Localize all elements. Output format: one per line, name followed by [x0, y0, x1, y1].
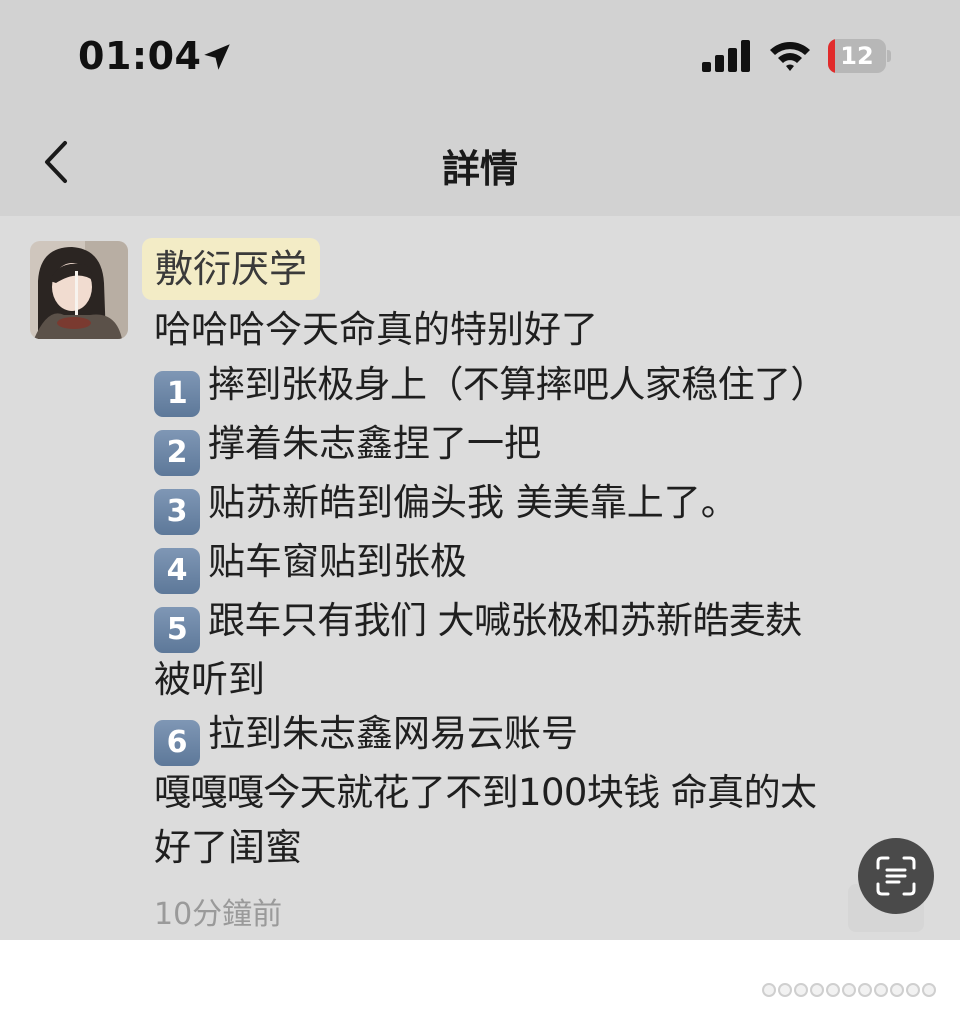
status-time: 01:04 — [78, 34, 202, 78]
post-outro-continuation: 好了闺蜜 — [154, 825, 302, 869]
post-timestamp: 10分鐘前 — [154, 897, 283, 932]
watermark-mark — [842, 983, 856, 997]
list-item-continuation: 被听到 — [154, 657, 265, 701]
text-scan-icon — [876, 856, 916, 896]
status-bar: 01:04 12 — [0, 0, 960, 110]
watermark-mark — [794, 983, 808, 997]
avatar-image — [30, 241, 128, 339]
watermark-mark — [890, 983, 904, 997]
watermark-mark — [874, 983, 888, 997]
watermark-logo — [762, 977, 936, 1003]
keycap-number-icon: 1 — [154, 370, 200, 417]
page-title: 詳情 — [441, 147, 518, 191]
list-item: 2 撑着朱志鑫捏了一把 — [154, 417, 944, 476]
list-item: 4 贴车窗贴到张极 — [154, 535, 944, 594]
list-item: 1 摔到张极身上（不算摔吧人家稳住了） — [154, 358, 944, 417]
wifi-icon — [770, 42, 810, 71]
watermark-mark — [922, 983, 936, 997]
keycap-number-icon: 6 — [154, 720, 200, 766]
username[interactable]: 敷衍厌学 — [142, 238, 321, 300]
battery-tip — [887, 50, 891, 62]
list-item: 3 贴苏新皓到偏头我 美美靠上了。 — [154, 476, 944, 535]
keycap-number-icon: 4 — [154, 547, 200, 594]
keycap-number-icon: 5 — [154, 606, 200, 653]
location-arrow-icon — [204, 44, 230, 70]
cellular-signal-icon — [702, 40, 750, 72]
list-item-text: 撑着朱志鑫捏了一把 — [208, 421, 541, 465]
post-text: 哈哈哈今天命真的特别好了 1 摔到张极身上（不算摔吧人家稳住了） 2 撑着朱志鑫捏了… — [154, 303, 944, 875]
keycap-number-icon: 2 — [154, 429, 200, 476]
watermark-mark — [826, 983, 840, 997]
watermark-mark — [762, 983, 776, 997]
watermark-mark — [906, 983, 920, 997]
battery-icon: 12 — [828, 39, 891, 73]
keycap-number-icon: 3 — [154, 488, 200, 535]
list-item-text: 贴车窗贴到张极 — [208, 539, 467, 583]
post-outro: 嘎嘎嘎今天就花了不到100块钱 命真的太 — [154, 771, 817, 814]
avatar[interactable] — [30, 241, 128, 339]
list-item-text: 拉到朱志鑫网易云账号 — [208, 712, 578, 755]
watermark-mark — [858, 983, 872, 997]
list-item: 5 跟车只有我们 大喊张极和苏新皓麦麸 — [154, 594, 944, 653]
battery-percent: 12 — [840, 42, 874, 70]
post-detail: 敷衍厌学 哈哈哈今天命真的特别好了 1 摔到张极身上（不算摔吧人家稳住了） 2 撑着… — [0, 216, 960, 940]
list-item: 6 拉到朱志鑫网易云账号 — [154, 707, 944, 766]
watermark-mark — [810, 983, 824, 997]
list-item-text: 跟车只有我们 大喊张极和苏新皓麦麸 — [208, 598, 802, 642]
app-screen: 01:04 12 詳情 敷衍厌学 哈哈哈今天命真的特别好了 1 摔到张极身上（不… — [0, 0, 960, 940]
list-item-text: 摔到张极身上（不算摔吧人家稳住了） — [208, 362, 827, 406]
text-scan-button[interactable] — [858, 838, 934, 914]
list-item-text: 贴苏新皓到偏头我 美美靠上了。 — [208, 480, 738, 524]
nav-bar: 詳情 — [0, 110, 960, 216]
watermark-mark — [778, 983, 792, 997]
battery-body: 12 — [828, 39, 886, 73]
post-intro: 哈哈哈今天命真的特别好了 — [154, 308, 598, 351]
